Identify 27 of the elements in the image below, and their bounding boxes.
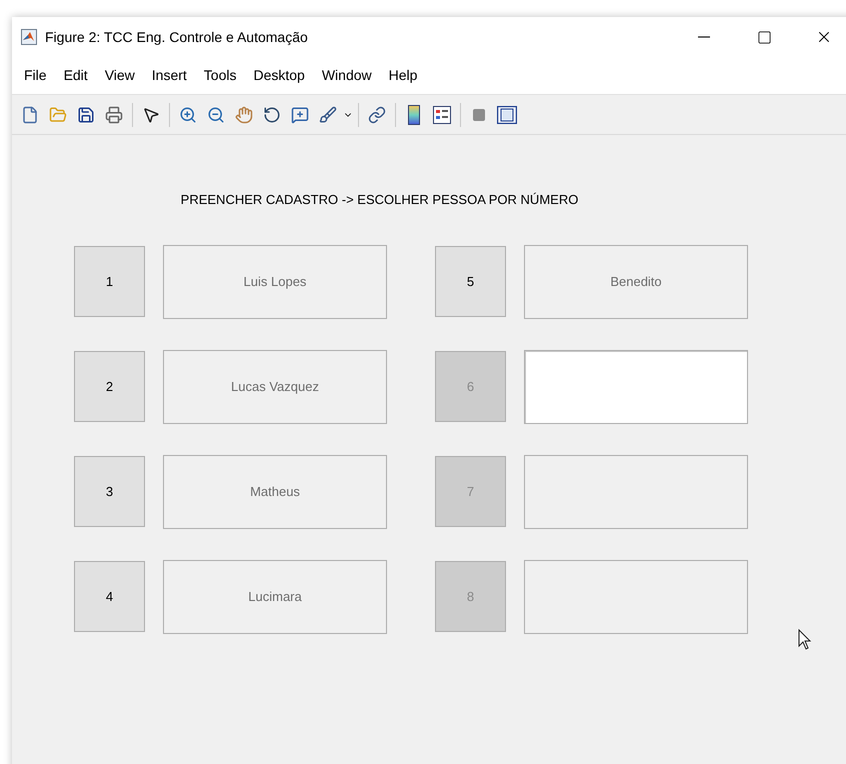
name-field[interactable]: Benedito [524, 244, 748, 318]
app-logo-icon [21, 29, 37, 45]
name-field[interactable] [524, 560, 748, 634]
name-field[interactable] [524, 350, 748, 424]
menu-item[interactable]: View [98, 65, 141, 86]
window-title: Figure 2: TCC Eng. Controle e Automação [45, 28, 308, 47]
name-field[interactable]: Matheus [163, 454, 387, 528]
name-field[interactable]: Luis Lopes [163, 244, 387, 318]
maximize-icon [756, 30, 772, 44]
menu-item[interactable]: Tools [198, 65, 242, 86]
number-button[interactable]: 1 [74, 246, 145, 317]
number-button[interactable]: 3 [74, 456, 145, 527]
mouse-cursor-icon [798, 629, 812, 651]
number-button[interactable]: 4 [74, 561, 145, 632]
menu-item[interactable]: Help [382, 65, 424, 86]
heading: PREENCHER CADASTRO -> ESCOLHER PESSOA POR NÚMERO [180, 191, 578, 209]
name-field[interactable] [524, 454, 748, 528]
number-button[interactable]: 5 [435, 246, 506, 317]
menu-item[interactable]: File [18, 65, 53, 86]
menu-item[interactable]: Desktop [247, 65, 311, 86]
menu-item[interactable]: Window [316, 65, 378, 86]
menu-item[interactable]: Edit [58, 65, 94, 86]
name-field[interactable]: Lucas Vazquez [163, 350, 387, 424]
menu-item[interactable]: Insert [146, 65, 193, 86]
minimize-icon [698, 36, 710, 38]
number-button[interactable]: 2 [74, 351, 145, 422]
name-field[interactable]: Lucimara [163, 560, 387, 634]
